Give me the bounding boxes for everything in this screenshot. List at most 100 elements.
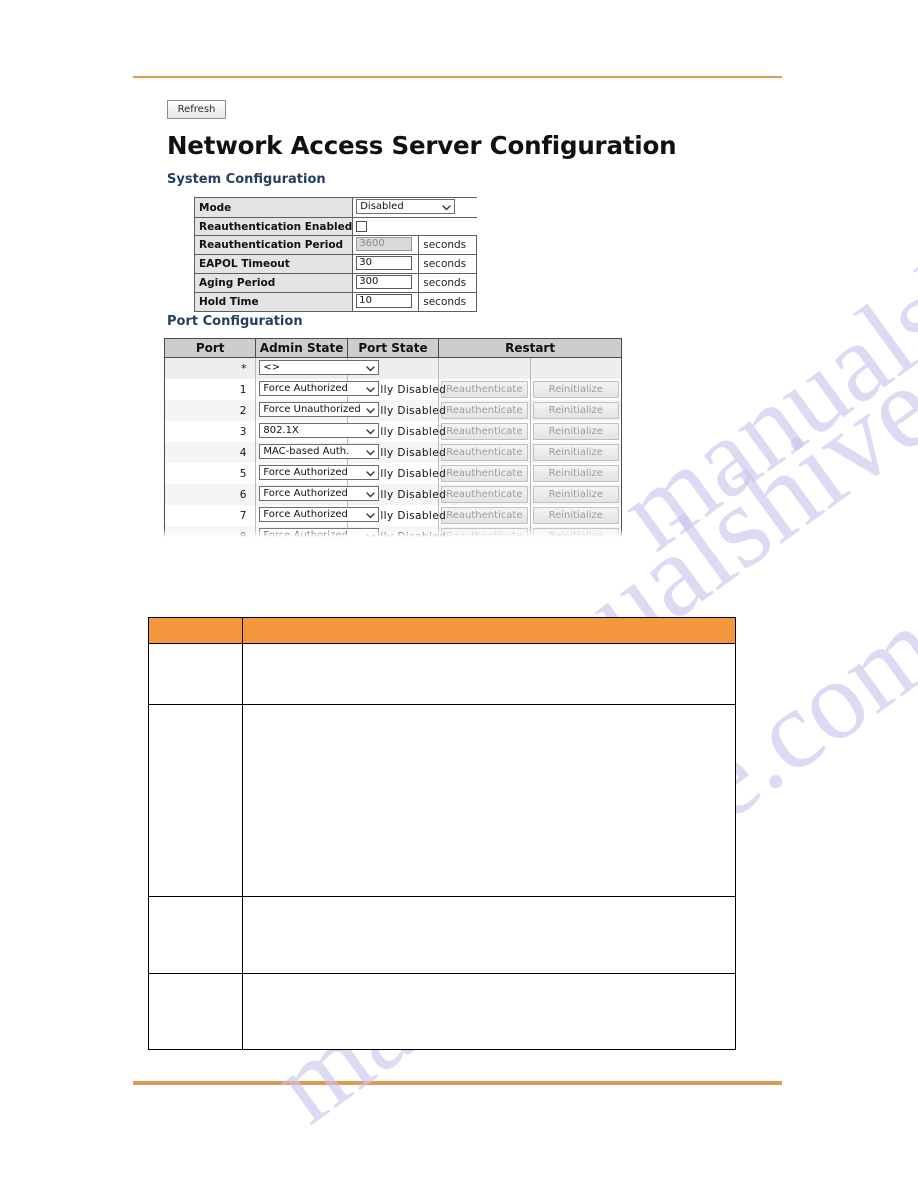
reauthenticate-button[interactable]: Reauthenticate: [441, 423, 528, 440]
cell-port: 2: [164, 400, 257, 421]
cell-admin-state: Force Unauthorized: [255, 400, 380, 421]
cell-reinitialize: Reinitialize: [529, 526, 622, 538]
reauthenticate-button[interactable]: Reauthenticate: [441, 444, 528, 461]
reinitialize-button[interactable]: Reinitialize: [532, 486, 619, 503]
eapol-timeout-unit: seconds: [418, 254, 478, 274]
reauthenticate-button[interactable]: Reauthenticate: [441, 402, 528, 419]
system-configuration-table: Mode Disabled Reauthentication Enabled R…: [193, 197, 478, 312]
aging-period-unit: seconds: [418, 273, 478, 293]
column-header-admin-state: Admin State: [255, 338, 348, 358]
cell-port: 8: [164, 526, 257, 538]
column-header-restart: Restart: [438, 338, 622, 358]
admin-state-select[interactable]: 802.1X: [259, 422, 380, 438]
reinitialize-button[interactable]: Reinitialize: [532, 402, 619, 419]
cell-reauthenticate: Reauthenticate: [438, 379, 531, 400]
port-configuration-body: * <> 1 Force Authorized Globally Disabled Rea…: [164, 357, 622, 539]
chevron-down-icon: [366, 385, 376, 394]
cell-port: 1: [164, 379, 257, 400]
reauthenticate-button[interactable]: Reauthenticate: [441, 528, 528, 538]
admin-state-select[interactable]: Force Unauthorized: [259, 401, 380, 417]
table-row: [148, 643, 736, 705]
admin-state-select[interactable]: Force Authorized: [259, 506, 380, 522]
reauth-period-cell: 3600: [352, 235, 420, 255]
admin-state-value: Force Authorized: [263, 529, 348, 539]
reinitialize-button[interactable]: Reinitialize: [532, 528, 619, 538]
cell-reauthenticate: [438, 357, 531, 379]
table-row: EAPOL Timeout 30 seconds: [193, 254, 478, 274]
table-row: 5 Force Authorized Globally Disabled Reauth…: [164, 463, 622, 484]
chevron-down-icon: [366, 364, 376, 373]
reauthenticate-button[interactable]: Reauthenticate: [441, 381, 528, 398]
reinitialize-button[interactable]: Reinitialize: [532, 423, 619, 440]
reinitialize-button[interactable]: Reinitialize: [532, 465, 619, 482]
admin-state-value: MAC-based Auth.: [263, 445, 350, 457]
refresh-button[interactable]: Refresh: [167, 100, 226, 119]
chevron-down-icon: [366, 490, 376, 499]
cell-object: [148, 643, 243, 705]
admin-state-value: Force Authorized: [263, 487, 348, 499]
reauthentication-enabled-checkbox[interactable]: [356, 220, 368, 232]
column-header-port: Port: [164, 338, 257, 358]
reauthentication-period-input[interactable]: 3600: [356, 237, 413, 251]
cell-reauthenticate: Reauthenticate: [438, 421, 531, 442]
cell-reinitialize: Reinitialize: [529, 505, 622, 526]
reinitialize-button[interactable]: Reinitialize: [532, 444, 619, 461]
cell-reauthenticate: Reauthenticate: [438, 484, 531, 505]
system-configuration-heading: System Configuration: [167, 172, 326, 187]
reinitialize-button[interactable]: Reinitialize: [532, 381, 619, 398]
cell-admin-state: Force Authorized: [255, 379, 380, 400]
cell-reinitialize: Reinitialize: [529, 421, 622, 442]
admin-state-value: Force Unauthorized: [263, 403, 361, 415]
row-label-eapol-timeout: EAPOL Timeout: [193, 254, 354, 274]
table-row: Mode Disabled: [193, 197, 477, 218]
row-label-aging-period: Aging Period: [193, 273, 354, 293]
screenshot-region: Refresh Network Access Server Configurat…: [0, 0, 918, 1188]
cell-admin-state: 802.1X: [255, 421, 380, 442]
reinitialize-button[interactable]: Reinitialize: [532, 507, 619, 524]
cell-port: 3: [164, 421, 257, 442]
hold-time-input[interactable]: 10: [356, 294, 413, 308]
chevron-down-icon: [366, 532, 376, 538]
admin-state-value: Force Authorized: [263, 508, 348, 520]
reauthenticate-button[interactable]: Reauthenticate: [441, 486, 528, 503]
chevron-down-icon: [366, 406, 376, 415]
admin-state-value: Force Authorized: [263, 466, 348, 478]
admin-state-select[interactable]: MAC-based Auth.: [259, 443, 380, 459]
cell-admin-state: Force Authorized: [255, 505, 380, 526]
aging-period-cell: 300: [352, 273, 420, 293]
row-label-hold-time: Hold Time: [193, 292, 354, 312]
table-row: Aging Period 300 seconds: [193, 273, 478, 293]
table-row: [148, 896, 736, 974]
chevron-down-icon: [366, 448, 376, 457]
reauthenticate-button[interactable]: Reauthenticate: [441, 465, 528, 482]
admin-state-select[interactable]: <>: [259, 359, 380, 375]
cell-reinitialize: [529, 357, 622, 379]
mode-select[interactable]: Disabled: [356, 199, 456, 214]
cell-admin-state: MAC-based Auth.: [255, 442, 380, 463]
cell-port: 7: [164, 505, 257, 526]
table-row: 8 Force Authorized Globally Disabled Reauth…: [164, 526, 622, 539]
row-label-mode: Mode: [193, 197, 354, 218]
chevron-down-icon: [442, 203, 451, 212]
hold-time-cell: 10: [352, 292, 420, 312]
cell-port: *: [164, 357, 257, 379]
admin-state-value: Force Authorized: [263, 382, 348, 394]
admin-state-value: 802.1X: [263, 424, 299, 436]
reauth-period-unit: seconds: [418, 235, 478, 255]
admin-state-select[interactable]: Force Authorized: [259, 380, 380, 396]
admin-state-select[interactable]: Force Authorized: [259, 464, 380, 480]
table-row: 1 Force Authorized Globally Disabled Reauth…: [164, 379, 622, 400]
cell-description: [242, 896, 736, 974]
admin-state-select[interactable]: Force Authorized: [259, 527, 380, 539]
reauthenticate-button[interactable]: Reauthenticate: [441, 507, 528, 524]
cell-reauthenticate: Reauthenticate: [438, 505, 531, 526]
admin-state-select[interactable]: Force Authorized: [259, 485, 380, 501]
aging-period-input[interactable]: 300: [356, 275, 413, 289]
port-configuration-heading: Port Configuration: [167, 314, 303, 329]
eapol-timeout-input[interactable]: 30: [356, 256, 413, 270]
table-row: 7 Force Authorized Globally Disabled Reauth…: [164, 505, 622, 526]
cell-port: 4: [164, 442, 257, 463]
column-header-port-state: Port State: [346, 338, 440, 358]
cell-description: [242, 704, 736, 897]
page-title: Network Access Server Configuration: [167, 131, 677, 160]
